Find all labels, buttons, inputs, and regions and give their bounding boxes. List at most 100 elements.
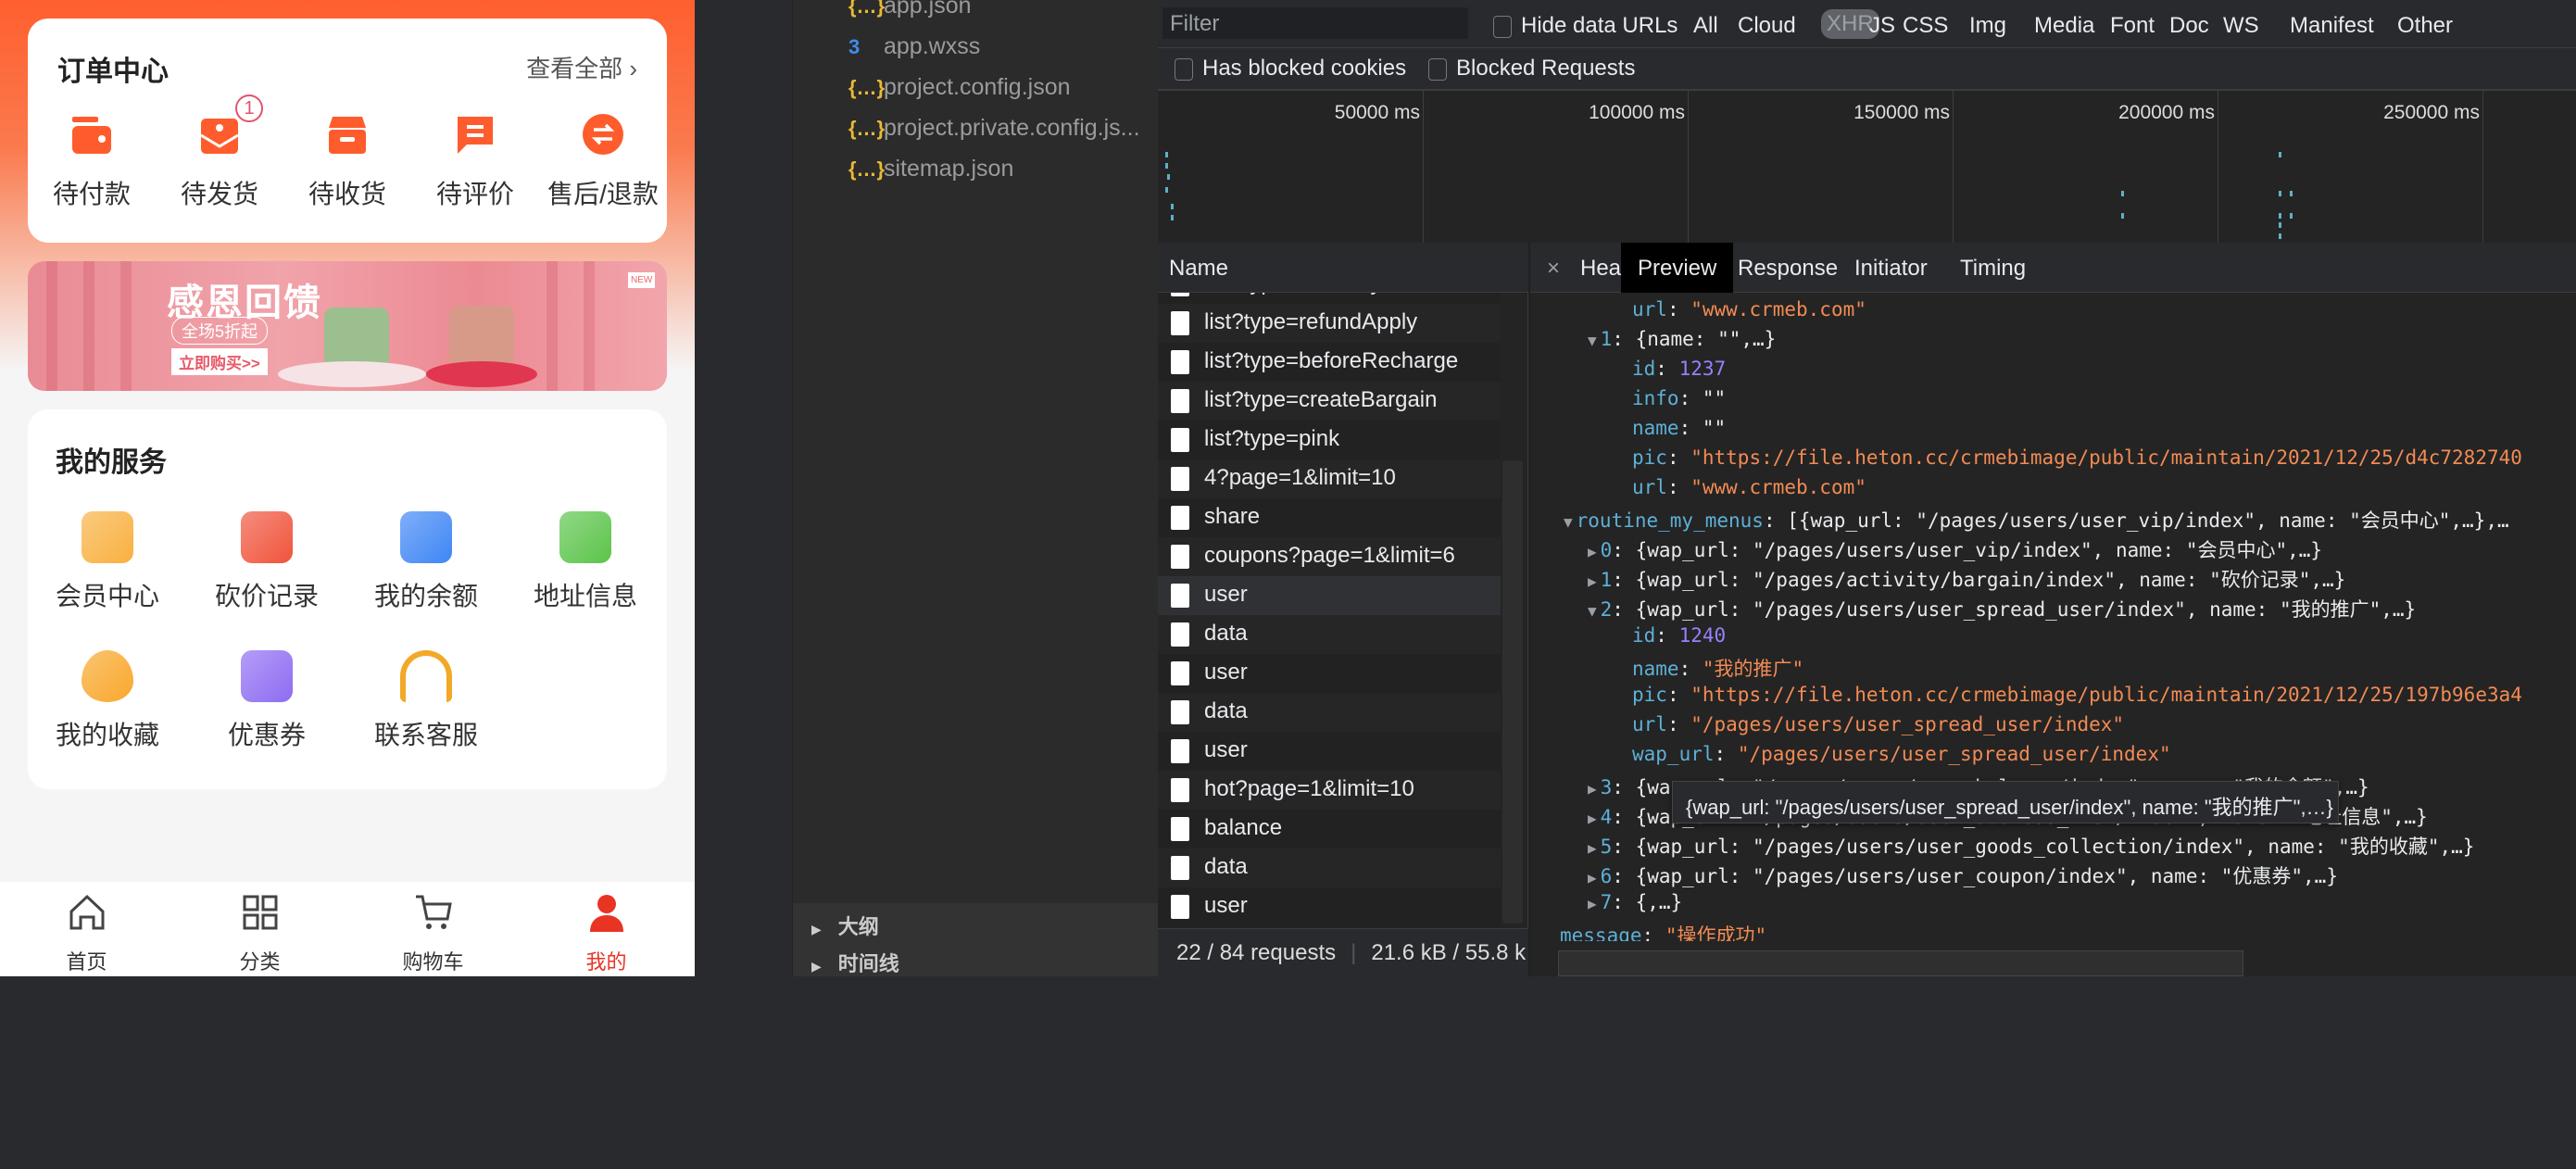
service-5[interactable]: 优惠券: [187, 650, 346, 752]
expanded-caret-icon[interactable]: ▼: [1564, 513, 1573, 531]
outline-section[interactable]: ▶ 大纲: [811, 911, 879, 940]
blocked-requests-checkbox[interactable]: Blocked Requests: [1428, 56, 1635, 82]
json-value: "/pages/users/user_spread_user/index": [1690, 713, 2125, 735]
json-line[interactable]: ▶ 6: {wap_url: "/pages/users/user_coupon/…: [1588, 861, 2338, 891]
request-row[interactable]: list?type=pink: [1158, 421, 1501, 459]
collapsed-caret-icon[interactable]: ▶: [1588, 572, 1597, 590]
service-2[interactable]: 我的余额: [346, 511, 506, 613]
order-status-0[interactable]: 待付款: [28, 111, 156, 211]
request-row[interactable]: data: [1158, 848, 1501, 887]
service-6[interactable]: 联系客服: [346, 650, 506, 752]
network-overview-timeline[interactable]: 50000 ms 100000 ms 150000 ms 200000 ms 25000…: [1158, 91, 2576, 243]
json-line[interactable]: ▶ 5: {wap_url: "/pages/users/user_goods_c…: [1588, 832, 2474, 861]
type-filter-css[interactable]: CSS: [1903, 13, 1948, 39]
timeline-gridline: [2482, 91, 2483, 243]
checkbox[interactable]: [1175, 57, 1193, 81]
collapsed-caret-icon[interactable]: ▶: [1588, 543, 1597, 560]
coupon-icon: [241, 650, 293, 702]
request-row[interactable]: user: [1158, 732, 1501, 771]
view-all-orders-link[interactable]: 查看全部 ›: [526, 50, 637, 84]
request-row[interactable]: balance: [1158, 810, 1501, 848]
request-list-scrollbar[interactable]: [1502, 460, 1523, 924]
type-filter-ws[interactable]: WS: [2223, 13, 2259, 39]
service-0[interactable]: 会员中心: [28, 511, 187, 613]
view-all-label: 查看全部: [526, 55, 623, 82]
hide-data-urls-checkbox[interactable]: Hide data URLs: [1493, 13, 1678, 39]
collapsed-caret-icon[interactable]: ▶: [1588, 810, 1597, 827]
json-line[interactable]: ▼ 1: {name: "",…}: [1588, 328, 1776, 358]
request-row[interactable]: list?type=createBargain: [1158, 382, 1501, 421]
json-line[interactable]: ▼ 2: {wap_url: "/pages/users/user_spread_…: [1588, 595, 2416, 624]
service-4[interactable]: 我的收藏: [28, 650, 187, 752]
type-filter-media[interactable]: Media: [2034, 13, 2094, 39]
name-column-header[interactable]: Name: [1158, 243, 1528, 293]
order-status-4[interactable]: 售后/退款: [539, 111, 667, 211]
tab-3[interactable]: 我的: [520, 891, 693, 975]
user-icon: [520, 891, 693, 938]
json-value: [{wap_url: "/pages/users/user_vip/index"…: [1787, 509, 2509, 532]
request-row[interactable]: data: [1158, 615, 1501, 654]
tab-timing[interactable]: Timing: [1943, 243, 2042, 293]
request-row[interactable]: list?type=afterPay: [1158, 293, 1501, 304]
file-item[interactable]: {…}project.config.json: [848, 74, 1071, 111]
file-item[interactable]: 3 app.wxss: [848, 33, 980, 70]
request-row[interactable]: user: [1158, 654, 1501, 693]
type-filter-all[interactable]: All: [1693, 13, 1718, 39]
service-3[interactable]: 地址信息: [506, 511, 665, 613]
tab-initiator[interactable]: Initiator: [1838, 243, 1944, 293]
request-row[interactable]: 4?page=1&limit=10: [1158, 459, 1501, 498]
tab-1[interactable]: 分类: [173, 891, 346, 975]
collapsed-caret-icon[interactable]: ▶: [1588, 895, 1597, 912]
request-row[interactable]: data: [1158, 693, 1501, 732]
collapsed-caret-icon[interactable]: ▶: [1588, 869, 1597, 886]
type-filter-js[interactable]: JS: [1869, 13, 1895, 39]
request-row[interactable]: list?type=beforeRecharge: [1158, 343, 1501, 382]
collapsed-caret-icon[interactable]: ▶: [1588, 780, 1597, 798]
request-name: balance: [1204, 815, 1283, 840]
tab-0[interactable]: 首页: [0, 891, 173, 975]
request-row[interactable]: user: [1158, 576, 1501, 615]
service-1[interactable]: 砍价记录: [187, 511, 346, 613]
hover-tooltip: {wap_url: "/pages/users/user_spread_user…: [1672, 781, 2339, 823]
type-filter-doc[interactable]: Doc: [2169, 13, 2209, 39]
json-key: message: [1560, 924, 1642, 941]
type-filter-other[interactable]: Other: [2397, 13, 2453, 39]
file-item[interactable]: {…}project.private.config.js...: [848, 115, 1140, 152]
type-filter-img[interactable]: Img: [1969, 13, 2006, 39]
request-row[interactable]: hot?page=1&limit=10: [1158, 771, 1501, 810]
request-name: list?type=afterPay: [1204, 293, 1381, 295]
order-status-label: 待收货: [308, 180, 386, 208]
filter-input[interactable]: Filter: [1162, 7, 1468, 39]
file-item[interactable]: {…}sitemap.json: [848, 156, 1013, 193]
request-row[interactable]: user: [1158, 887, 1501, 926]
type-filter-manifest[interactable]: Manifest: [2290, 13, 2374, 39]
collapsed-caret-icon[interactable]: ▶: [1588, 839, 1597, 857]
order-status-3[interactable]: 待评价: [411, 111, 539, 211]
order-status-2[interactable]: 待收货: [283, 111, 411, 211]
tab-2[interactable]: 购物车: [346, 891, 520, 975]
order-status-1[interactable]: 1 待发货: [156, 94, 283, 211]
tab-preview[interactable]: Preview: [1621, 243, 1734, 293]
console-input[interactable]: [1558, 950, 2243, 976]
has-blocked-cookies-checkbox[interactable]: Has blocked cookies: [1175, 56, 1406, 82]
expanded-caret-icon[interactable]: ▼: [1588, 332, 1597, 349]
file-item[interactable]: {…}app.json: [848, 0, 972, 30]
banner-buy-button[interactable]: 立即购买>>: [171, 348, 268, 375]
tab-response[interactable]: Response: [1721, 243, 1854, 293]
expanded-caret-icon[interactable]: ▼: [1588, 602, 1597, 620]
request-row[interactable]: share: [1158, 498, 1501, 537]
json-line[interactable]: ▶ 1: {wap_url: "/pages/activity/bargain/i…: [1588, 565, 2345, 595]
json-value: {wap_url: "/pages/users/user_spread_user…: [1635, 598, 2417, 621]
request-row[interactable]: coupons?page=1&limit=6: [1158, 537, 1501, 576]
outline-label: 大纲: [837, 915, 879, 938]
json-line[interactable]: ▶ 0: {wap_url: "/pages/users/user_vip/ind…: [1588, 535, 2322, 565]
type-filter-cloud[interactable]: Cloud: [1738, 13, 1796, 39]
timeline-section[interactable]: ▶ 时间线: [811, 948, 899, 977]
checkbox[interactable]: [1428, 57, 1447, 81]
request-row[interactable]: list?type=refundApply: [1158, 304, 1501, 343]
json-line[interactable]: ▶ 7: {,…}: [1588, 891, 1682, 921]
checkbox[interactable]: [1493, 15, 1512, 38]
type-filter-font[interactable]: Font: [2110, 13, 2155, 39]
json-line[interactable]: ▼ routine_my_menus: [{wap_url: "/pages/us…: [1564, 506, 2509, 535]
promo-banner[interactable]: 感恩回馈 全场5折起 立即购买>> NEW: [28, 261, 667, 391]
